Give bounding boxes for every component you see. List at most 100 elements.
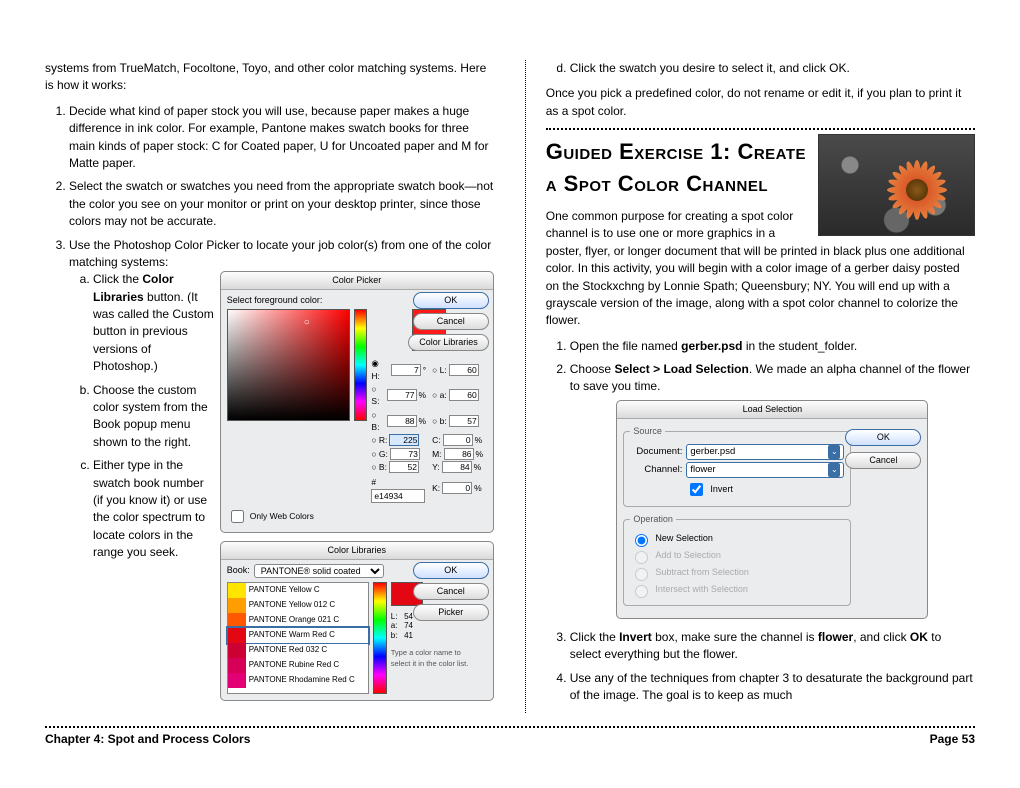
pantone-name: PANTONE Yellow C — [246, 584, 368, 596]
S-input[interactable] — [387, 389, 417, 401]
section-divider — [546, 128, 975, 130]
pantone-swatch — [228, 658, 246, 673]
step-1: Decide what kind of paper stock you will… — [69, 103, 494, 173]
pantone-swatch — [228, 643, 246, 658]
pantone-swatch — [228, 583, 246, 598]
pantone-row[interactable]: PANTONE Orange 021 C — [228, 613, 368, 628]
M-input[interactable] — [444, 448, 474, 460]
invert-checkbox[interactable] — [690, 483, 703, 496]
pantone-row[interactable]: PANTONE Yellow C — [228, 583, 368, 598]
pantone-name: PANTONE Rubine Red C — [246, 659, 368, 671]
operation-fieldset: Operation New Selection Add to Selection… — [623, 513, 851, 606]
ex-step-3: Click the Invert box, make sure the chan… — [570, 629, 975, 664]
sub-steps: Color Picker Select foreground color: OK… — [69, 271, 494, 561]
substep-d: Click the swatch you desire to select it… — [570, 60, 975, 77]
loadsel-ok-button[interactable]: OK — [845, 429, 921, 446]
pantone-row[interactable]: PANTONE Red 032 C — [228, 643, 368, 658]
pantone-swatch — [228, 673, 246, 688]
sub-steps-continued: Click the swatch you desire to select it… — [546, 60, 975, 77]
hex-input[interactable] — [371, 489, 425, 503]
radio-intersect-label: Intersect with Selection — [655, 583, 748, 596]
pantone-row[interactable]: PANTONE Rhodamine Red C — [228, 673, 368, 688]
only-web-colors-label: Only Web Colors — [250, 510, 314, 522]
ex-step-2: Choose Select > Load Selection. We made … — [570, 361, 975, 619]
radio-add-label: Add to Selection — [655, 549, 721, 562]
right-column: Click the swatch you desire to select it… — [536, 60, 975, 713]
Y-input[interactable] — [442, 461, 472, 473]
H-input[interactable] — [391, 364, 421, 376]
main-steps: Decide what kind of paper stock you will… — [45, 103, 494, 705]
clib-hint: Type a color name to select it in the co… — [391, 648, 471, 670]
post-note: Once you pick a predefined color, do not… — [546, 85, 975, 120]
color-picker-figure: Color Picker Select foreground color: OK… — [220, 271, 494, 532]
gerber-daisy-image — [818, 134, 975, 236]
picker-ok-button[interactable]: OK — [413, 292, 489, 309]
clib-cancel-button[interactable]: Cancel — [413, 583, 489, 600]
G-input[interactable] — [390, 448, 420, 460]
a-input[interactable] — [449, 389, 479, 401]
exercise-steps: Open the file named gerber.psd in the st… — [546, 338, 975, 705]
step-3: Use the Photoshop Color Picker to locate… — [69, 237, 494, 705]
hue-slider[interactable] — [354, 309, 367, 421]
clib-picker-button[interactable]: Picker — [413, 604, 489, 621]
ex-step-4: Use any of the techniques from chapter 3… — [570, 670, 975, 705]
channel-label: Channel: — [630, 463, 682, 477]
C-input[interactable] — [443, 434, 473, 446]
source-fieldset: Source Document: gerber.psd⌄ Channel: fl… — [623, 425, 851, 507]
radio-subtract-label: Subtract from Selection — [655, 566, 749, 579]
radio-new-label: New Selection — [655, 532, 713, 545]
footer-page: Page 53 — [930, 731, 975, 748]
B-input[interactable] — [387, 415, 417, 427]
book-select[interactable]: PANTONE® solid coated — [254, 564, 384, 578]
Bv-input[interactable] — [389, 461, 419, 473]
substep-a: Color Picker Select foreground color: OK… — [93, 271, 494, 375]
radio-subtract — [635, 568, 648, 581]
footer-chapter: Chapter 4: Spot and Process Colors — [45, 731, 250, 748]
pantone-swatch — [228, 613, 246, 628]
picker-color-libraries-button[interactable]: Color Libraries — [408, 334, 489, 351]
pantone-name: PANTONE Yellow 012 C — [246, 599, 368, 611]
radio-intersect — [635, 585, 648, 598]
intro-paragraph: systems from TrueMatch, Focoltone, Toyo,… — [45, 60, 494, 95]
pantone-swatch — [228, 598, 246, 613]
pantone-name: PANTONE Red 032 C — [246, 644, 368, 656]
document-label: Document: — [630, 445, 682, 459]
load-selection-figure: Load Selection OK Cancel Source Document… — [616, 400, 928, 619]
channel-select[interactable]: flower⌄ — [686, 462, 844, 478]
b2-input[interactable] — [449, 415, 479, 427]
loadsel-cancel-button[interactable]: Cancel — [845, 452, 921, 469]
book-label: Book: — [227, 564, 250, 577]
left-column: systems from TrueMatch, Focoltone, Toyo,… — [45, 60, 514, 713]
pantone-row[interactable]: PANTONE Warm Red C — [228, 628, 368, 643]
picker-cancel-button[interactable]: Cancel — [413, 313, 489, 330]
color-picker-title: Color Picker — [221, 272, 493, 290]
radio-new[interactable] — [635, 534, 648, 547]
invert-label: Invert — [710, 483, 733, 496]
pantone-row[interactable]: PANTONE Rubine Red C — [228, 658, 368, 673]
loadsel-title: Load Selection — [617, 401, 927, 419]
L-input[interactable] — [449, 364, 479, 376]
ex-step-1: Open the file named gerber.psd in the st… — [570, 338, 975, 355]
pantone-list[interactable]: PANTONE Yellow C PANTONE Yellow 012 C PANT… — [227, 582, 369, 694]
R-input[interactable] — [389, 434, 419, 446]
column-separator — [524, 60, 526, 713]
operation-legend: Operation — [630, 513, 676, 526]
pantone-swatch — [228, 628, 246, 643]
pantone-name: PANTONE Orange 021 C — [246, 614, 368, 626]
pantone-name: PANTONE Rhodamine Red C — [246, 674, 368, 686]
only-web-colors-checkbox[interactable] — [231, 510, 244, 523]
pantone-name: PANTONE Warm Red C — [246, 629, 368, 641]
step-2: Select the swatch or swatches you need f… — [69, 178, 494, 230]
color-field[interactable] — [227, 309, 350, 421]
pantone-row[interactable]: PANTONE Yellow 012 C — [228, 598, 368, 613]
clib-title: Color Libraries — [221, 542, 493, 560]
clib-ok-button[interactable]: OK — [413, 562, 489, 579]
source-legend: Source — [630, 425, 665, 438]
K-input[interactable] — [442, 482, 472, 494]
clib-hue-bar[interactable] — [373, 582, 387, 694]
color-libraries-figure: Color Libraries OK Cancel Picker Book: P… — [220, 541, 494, 701]
footer-divider — [45, 726, 975, 728]
radio-add — [635, 551, 648, 564]
daisy-flower-icon — [882, 155, 952, 225]
document-select[interactable]: gerber.psd⌄ — [686, 444, 844, 460]
